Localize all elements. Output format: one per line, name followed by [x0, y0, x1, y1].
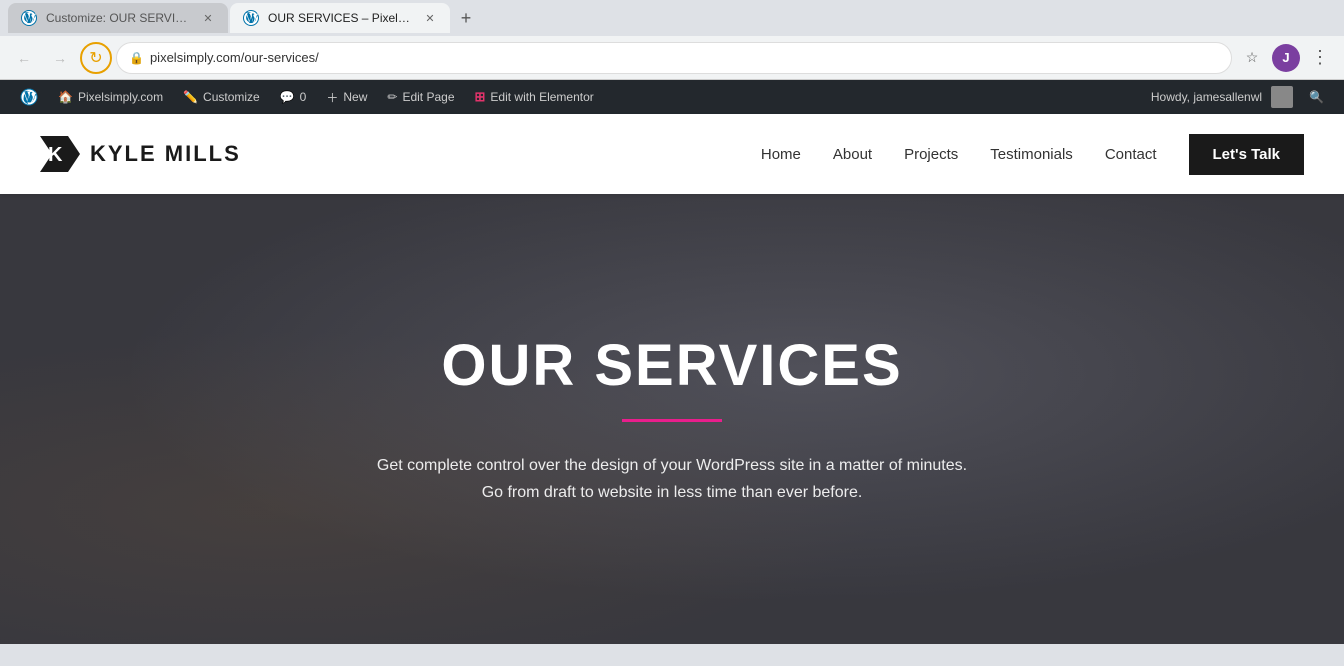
wp-admin-bar: 🏠 Pixelsimply.com ✏️ Customize 💬 0 ＋ New…: [0, 80, 1344, 114]
wp-comments-label: 0: [300, 90, 307, 104]
tab-bar: Customize: OUR SERVICES – Pixe... ✕ OUR …: [0, 0, 1344, 36]
elementor-icon: ⊞: [475, 89, 486, 105]
tab-1-title: Customize: OUR SERVICES – Pixe...: [46, 11, 192, 25]
edit-page-icon: ✏: [387, 90, 397, 104]
hero-divider: [622, 419, 722, 422]
nav-testimonials[interactable]: Testimonials: [990, 146, 1073, 163]
wp-customize-item[interactable]: ✏️ Customize: [175, 80, 268, 114]
browser-chrome: Customize: OUR SERVICES – Pixe... ✕ OUR …: [0, 0, 1344, 80]
forward-button[interactable]: →: [44, 42, 76, 74]
wp-elementor-label: Edit with Elementor: [490, 90, 593, 104]
tab-2-title: OUR SERVICES – Pixelsimply.com: [268, 11, 414, 25]
hero-section: OUR SERVICES Get complete control over t…: [0, 194, 1344, 644]
address-text: pixelsimply.com/our-services/: [150, 50, 1219, 65]
home-icon: 🏠: [58, 90, 73, 104]
wp-logo-item[interactable]: [12, 80, 46, 114]
lock-icon: 🔒: [129, 51, 144, 65]
tab-1-close[interactable]: ✕: [200, 10, 216, 26]
wp-elementor-item[interactable]: ⊞ Edit with Elementor: [467, 80, 602, 114]
wp-edit-page-item[interactable]: ✏ Edit Page: [379, 80, 462, 114]
lets-talk-button[interactable]: Let's Talk: [1189, 134, 1304, 175]
new-plus-icon: ＋: [326, 89, 338, 106]
hero-content: OUR SERVICES Get complete control over t…: [352, 332, 992, 506]
wp-edit-page-label: Edit Page: [402, 90, 454, 104]
nav-about[interactable]: About: [833, 146, 872, 163]
customize-icon: ✏️: [183, 90, 198, 104]
search-icon: 🔍: [1309, 90, 1324, 104]
bookmark-button[interactable]: ☆: [1236, 42, 1268, 74]
wp-search-item[interactable]: 🔍: [1301, 80, 1332, 114]
nav-projects[interactable]: Projects: [904, 146, 958, 163]
user-avatar: [1271, 86, 1293, 108]
wp-comments-item[interactable]: 💬 0: [272, 80, 315, 114]
nav-contact[interactable]: Contact: [1105, 146, 1157, 163]
logo-icon: K: [40, 136, 80, 172]
reload-button[interactable]: ↻: [80, 42, 112, 74]
svg-text:K: K: [48, 144, 63, 166]
logo-text: KYLE MILLS: [90, 141, 241, 167]
admin-bar-right: Howdy, jamesallenwl 🔍: [1143, 80, 1332, 114]
profile-button[interactable]: J: [1272, 44, 1300, 72]
comment-icon: 💬: [280, 90, 295, 104]
wp-logo-icon: [20, 88, 38, 106]
wp-site-name-item[interactable]: 🏠 Pixelsimply.com: [50, 80, 171, 114]
tab-favicon-2: [242, 9, 260, 27]
wp-new-label: New: [343, 90, 367, 104]
hero-description: Get complete control over the design of …: [372, 452, 972, 506]
wp-site-name-label: Pixelsimply.com: [78, 90, 163, 104]
hero-title: OUR SERVICES: [372, 332, 972, 399]
site-header: K KYLE MILLS Home About Projects Testimo…: [0, 114, 1344, 194]
wp-howdy-item[interactable]: Howdy, jamesallenwl: [1143, 80, 1301, 114]
tab-1[interactable]: Customize: OUR SERVICES – Pixe... ✕: [8, 3, 228, 33]
nav-home[interactable]: Home: [761, 146, 801, 163]
tab-2[interactable]: OUR SERVICES – Pixelsimply.com ✕: [230, 3, 450, 33]
back-button[interactable]: ←: [8, 42, 40, 74]
tab-2-close[interactable]: ✕: [422, 10, 438, 26]
howdy-text: Howdy, jamesallenwl: [1151, 90, 1262, 104]
address-bar[interactable]: 🔒 pixelsimply.com/our-services/: [116, 42, 1232, 74]
wp-customize-label: Customize: [203, 90, 260, 104]
tab-favicon-1: [20, 9, 38, 27]
site-logo[interactable]: K KYLE MILLS: [40, 136, 241, 172]
address-bar-area: ← → ↻ 🔒 pixelsimply.com/our-services/ ☆ …: [0, 36, 1344, 80]
wp-new-item[interactable]: ＋ New: [318, 80, 375, 114]
new-tab-button[interactable]: +: [452, 4, 480, 32]
browser-menu-button[interactable]: ⋮: [1304, 42, 1336, 74]
site-nav: Home About Projects Testimonials Contact…: [761, 134, 1304, 175]
